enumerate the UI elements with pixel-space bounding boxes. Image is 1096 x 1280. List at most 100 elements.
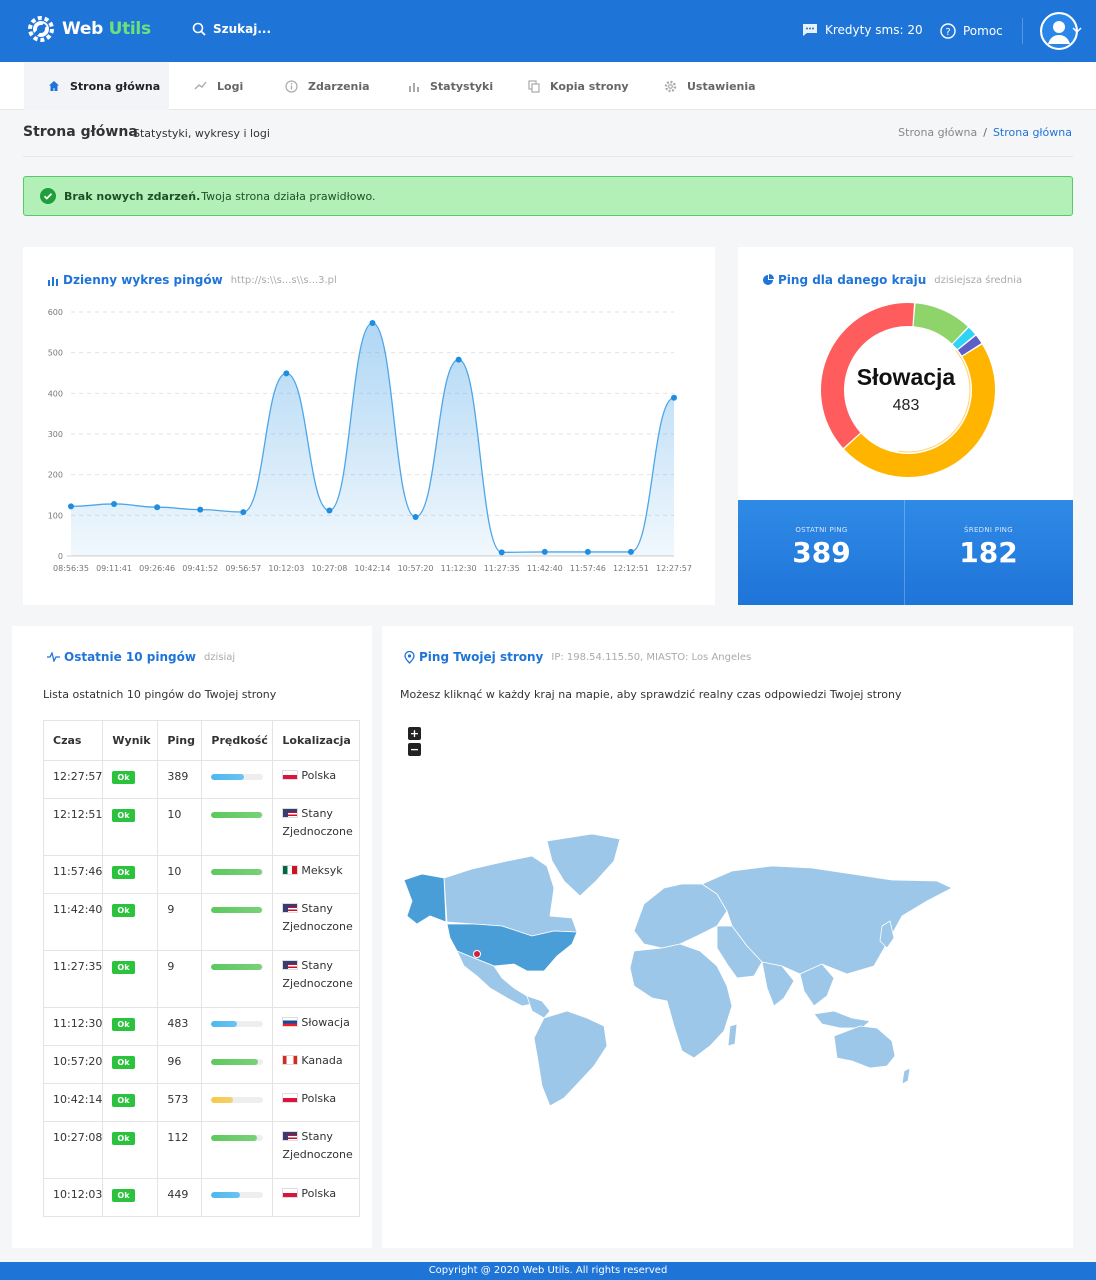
breadcrumb-item[interactable]: Strona główna	[898, 126, 977, 139]
bar-chart-icon	[409, 82, 419, 92]
footer: Copyright @ 2020 Web Utils. All rights r…	[0, 1262, 1096, 1280]
ping-data-point[interactable]	[498, 549, 505, 556]
nav-label: Zdarzenia	[308, 79, 370, 93]
map-region-greenland[interactable]	[546, 833, 621, 897]
x-tick-label: 11:57:46	[570, 564, 606, 573]
x-tick-label: 09:56:57	[225, 564, 261, 573]
pulse-icon	[47, 652, 60, 662]
ping-data-point[interactable]	[584, 548, 591, 555]
ping-data-point[interactable]	[455, 356, 462, 363]
breadcrumb-current: Strona główna	[992, 126, 1072, 139]
nav-item-stats[interactable]: Statystyki	[408, 62, 493, 110]
nav-label: Kopia strony	[550, 79, 629, 93]
map-region-europe[interactable]	[633, 883, 728, 949]
ping-data-point[interactable]	[412, 513, 419, 520]
nav-item-events[interactable]: Zdarzenia	[285, 62, 370, 110]
ping-time: 11:57:46	[42, 855, 104, 894]
flag-us-icon	[282, 1131, 299, 1141]
recent-pings-title-text: Ostatnie 10 pingów	[64, 650, 196, 664]
status-badge: Ok	[112, 961, 135, 974]
nav-label: Ustawienia	[687, 79, 756, 93]
ping-data-point[interactable]	[671, 394, 677, 401]
x-tick-label: 09:26:46	[139, 564, 175, 573]
location-name: Kanada	[301, 1054, 343, 1067]
map-region-australia[interactable]	[833, 1025, 896, 1069]
recent-pings-description: Lista ostatnich 10 pingów do Twojej stro…	[43, 688, 277, 701]
map-region-africa[interactable]	[629, 943, 733, 1059]
table-header-row: Czas Wynik Ping Prędkość Lokalizacja	[42, 720, 360, 761]
table-row: 10:27:08 Ok 112 Stany Zjednoczone	[42, 1121, 360, 1179]
search-box[interactable]: Szukaj...	[192, 22, 271, 36]
ping-data-point[interactable]	[240, 509, 247, 516]
ping-data-point[interactable]	[627, 548, 634, 555]
x-tick-label: 11:12:30	[441, 564, 477, 573]
nav-item-home[interactable]: Strona główna	[24, 62, 169, 110]
ping-data-point[interactable]	[283, 370, 290, 377]
table-row: 10:42:14 Ok 573 Polska	[42, 1083, 360, 1122]
ping-data-point[interactable]	[197, 506, 204, 513]
flag-sk-icon	[282, 1017, 299, 1027]
speed-bar-fill	[211, 869, 262, 875]
daily-ping-card: Dzienny wykres pingów http://s:\\s...s\\…	[23, 247, 715, 605]
country-donut-chart[interactable]: Słowacja 483	[738, 247, 1073, 501]
nav-label: Statystyki	[430, 79, 494, 93]
ping-time: 12:27:57	[42, 760, 104, 799]
last-ping-label: OSTATNI PING	[795, 526, 848, 534]
world-map[interactable]	[382, 626, 1073, 1248]
divider	[23, 156, 1073, 157]
map-region-alaska[interactable]	[403, 873, 447, 925]
map-region-south-america[interactable]	[533, 1010, 608, 1107]
map-region-indonesia[interactable]	[813, 1010, 871, 1029]
ping-value: 9	[157, 893, 203, 951]
logo[interactable]: Web Utils	[26, 14, 151, 44]
ping-time: 11:27:35	[42, 950, 104, 1008]
status-badge: Ok	[112, 809, 135, 822]
help-link[interactable]: ? Pomoc	[940, 23, 1003, 39]
search-input[interactable]: Szukaj...	[213, 22, 271, 36]
ping-value: 10	[157, 798, 203, 856]
ping-data-point[interactable]	[154, 504, 161, 511]
speed-bar	[211, 964, 264, 970]
ping-value: 449	[157, 1178, 203, 1217]
ping-data-point[interactable]	[326, 507, 333, 514]
x-tick-label: 10:27:08	[311, 564, 347, 573]
server-location-marker[interactable]	[473, 950, 481, 958]
table-row: 11:57:46 Ok 10 Meksyk	[42, 855, 360, 894]
status-badge: Ok	[112, 1056, 135, 1069]
nav-item-backup[interactable]: Kopia strony	[528, 62, 629, 110]
y-tick-label: 0	[58, 552, 63, 561]
header-divider	[1022, 18, 1023, 44]
sms-credits[interactable]: Kredyty sms: 20	[802, 23, 923, 37]
y-tick-label: 500	[48, 349, 63, 358]
speed-bar	[211, 812, 264, 818]
trend-icon	[194, 81, 207, 90]
status-alert: Brak nowych zdarzeń. Twoja strona działa …	[23, 176, 1073, 216]
ping-value: 483	[157, 1007, 203, 1046]
chevron-down-icon[interactable]	[1072, 26, 1082, 34]
table-row: 11:27:35 Ok 9 Stany Zjednoczone	[42, 950, 360, 1008]
ping-data-point[interactable]	[541, 548, 548, 555]
daily-ping-chart[interactable]: 0 100 200 300 400 500 600 08:56:35 09:11:41 09:26…	[23, 247, 715, 605]
ping-value: 112	[157, 1121, 203, 1179]
ping-data-point[interactable]	[68, 503, 74, 510]
nav-item-logs[interactable]: Logi	[194, 62, 243, 110]
x-tick-label: 08:56:35	[53, 564, 89, 573]
map-region-new-zealand[interactable]	[901, 1067, 911, 1085]
location-name: Polska	[301, 769, 337, 782]
speed-bar-fill	[211, 1097, 234, 1103]
info-icon	[285, 79, 298, 93]
map-region-madagascar[interactable]	[727, 1023, 738, 1047]
page-title: Strona główna	[23, 124, 138, 140]
column-header: Prędkość	[201, 720, 274, 761]
table-row: 10:57:20 Ok 96 Kanada	[42, 1045, 360, 1084]
table-row: 10:12:03 Ok 449 Polska	[42, 1178, 360, 1217]
ping-time: 12:12:51	[42, 798, 104, 856]
flag-pl-icon	[282, 1188, 299, 1198]
ping-area	[71, 322, 674, 556]
ping-data-point[interactable]	[369, 319, 376, 326]
nav-item-settings[interactable]: Ustawienia	[664, 62, 756, 110]
ping-data-point[interactable]	[111, 500, 118, 507]
map-region-central-america[interactable]	[526, 995, 551, 1019]
ping-time: 10:57:20	[42, 1045, 104, 1084]
status-badge: Ok	[112, 904, 135, 917]
